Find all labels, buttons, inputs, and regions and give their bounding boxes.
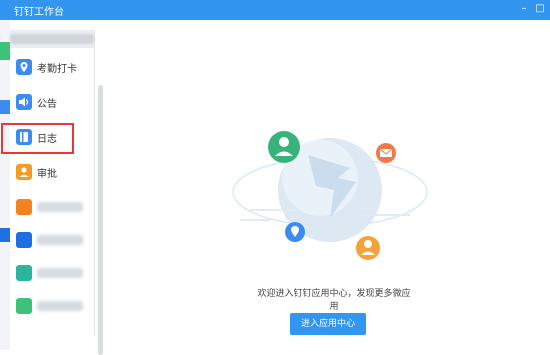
edge-app-icon[interactable]	[0, 100, 10, 114]
edge-app-icon[interactable]	[0, 228, 10, 242]
app-sidebar: 考勤打卡 公告 日志 审批	[10, 30, 103, 355]
sidebar-item-app[interactable]	[10, 193, 94, 223]
location-pin-icon	[16, 59, 32, 75]
sidebar-item-approval[interactable]: 审批	[10, 158, 94, 188]
edge-app-icon[interactable]	[0, 42, 10, 60]
sidebar-header	[10, 30, 94, 48]
sidebar-item-label: 审批	[37, 169, 57, 180]
sidebar-item-app[interactable]	[10, 226, 94, 256]
sidebar-item-app[interactable]	[10, 292, 94, 322]
app-icon	[16, 199, 32, 215]
highlight-box	[1, 123, 74, 154]
sidebar-item-announcement[interactable]: 公告	[10, 88, 94, 118]
green-person-icon	[268, 131, 300, 163]
enter-app-center-button[interactable]: 进入应用中心	[290, 313, 366, 335]
blurred-label	[37, 202, 83, 212]
person-approval-icon	[16, 164, 32, 180]
location-pin-icon	[285, 222, 305, 242]
mail-icon	[376, 143, 396, 163]
app-center-illustration	[232, 131, 428, 260]
title-bar: 钉钉工作台 – □	[0, 0, 550, 20]
app-icon	[16, 265, 32, 281]
sidebar-item-app[interactable]	[10, 259, 94, 289]
sidebar-item-label: 考勤打卡	[37, 64, 77, 75]
speaker-icon	[16, 94, 32, 110]
sidebar-item-label: 公告	[37, 99, 57, 110]
app-icon	[16, 232, 32, 248]
blurred-label	[37, 235, 83, 245]
minimize-button[interactable]: –	[518, 3, 530, 15]
blurred-label	[37, 268, 83, 278]
app-icon	[16, 298, 32, 314]
blurred-header	[10, 34, 94, 44]
window-title: 钉钉工作台	[14, 7, 64, 18]
blurred-label	[37, 301, 83, 311]
orange-person-icon	[356, 236, 380, 260]
welcome-text: 欢迎进入钉钉应用中心，发现更多微应用	[257, 289, 411, 312]
left-edge-panel	[0, 20, 10, 350]
sidebar-item-attendance[interactable]: 考勤打卡	[10, 53, 94, 83]
maximize-button[interactable]: □	[534, 3, 546, 15]
